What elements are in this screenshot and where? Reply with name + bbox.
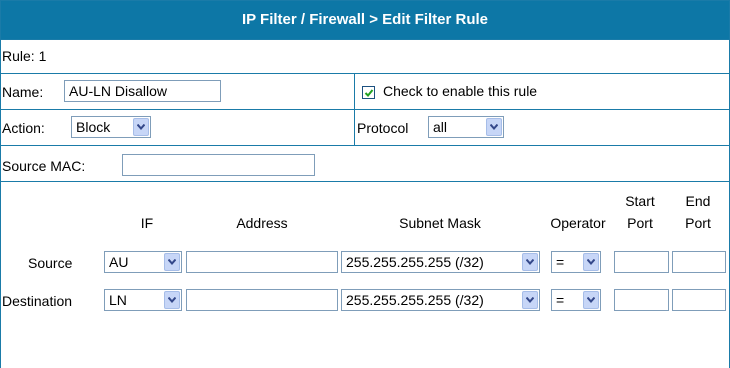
chevron-down-icon bbox=[583, 291, 599, 309]
rule-label: Rule: 1 bbox=[2, 48, 47, 64]
destination-operator-select[interactable]: = bbox=[551, 289, 601, 311]
chevron-down-icon bbox=[164, 253, 180, 271]
protocol-select[interactable]: all bbox=[428, 116, 504, 138]
address-table: IF Address Subnet Mask Operator Start Po… bbox=[1, 181, 729, 368]
source-mac-row: Source MAC: bbox=[1, 145, 729, 182]
destination-if-select[interactable]: LN bbox=[104, 289, 182, 311]
source-if-select[interactable]: AU bbox=[104, 251, 182, 273]
destination-subnet-mask-select[interactable]: 255.255.255.255 (/32) bbox=[341, 289, 540, 311]
destination-end-port-input[interactable] bbox=[672, 289, 726, 311]
source-row-label: Source bbox=[28, 255, 73, 271]
action-select-value: Block bbox=[76, 119, 111, 135]
chevron-down-icon bbox=[164, 291, 180, 309]
chevron-down-icon bbox=[133, 118, 149, 136]
enable-rule-label: Check to enable this rule bbox=[383, 83, 538, 99]
protocol-select-value: all bbox=[433, 119, 448, 135]
source-operator-value: = bbox=[556, 254, 565, 270]
destination-if-value: LN bbox=[109, 292, 127, 308]
source-if-value: AU bbox=[109, 254, 129, 270]
destination-start-port-input[interactable] bbox=[614, 289, 669, 311]
column-divider bbox=[354, 74, 355, 110]
header-start-port-line1: Start bbox=[625, 193, 655, 209]
header-address: Address bbox=[236, 215, 288, 231]
chevron-down-icon bbox=[583, 253, 599, 271]
chevron-down-icon bbox=[486, 118, 502, 136]
header-subnet-mask: Subnet Mask bbox=[399, 215, 481, 231]
destination-row-label: Destination bbox=[2, 293, 73, 309]
destination-subnet-mask-value: 255.255.255.255 (/32) bbox=[346, 292, 484, 308]
source-mac-input[interactable] bbox=[122, 154, 315, 176]
action-label: Action: bbox=[2, 120, 45, 136]
header-end-port-line1: End bbox=[685, 193, 711, 209]
chevron-down-icon bbox=[522, 291, 538, 309]
source-operator-select[interactable]: = bbox=[551, 251, 601, 273]
rule-row: Rule: 1 bbox=[1, 39, 729, 74]
source-subnet-mask-value: 255.255.255.255 (/32) bbox=[346, 254, 484, 270]
name-input[interactable] bbox=[64, 80, 221, 102]
header-if: IF bbox=[140, 215, 154, 231]
enable-rule-checkbox[interactable] bbox=[362, 86, 375, 99]
name-label: Name: bbox=[2, 84, 44, 100]
destination-address-input[interactable] bbox=[186, 289, 338, 311]
source-mac-label: Source MAC: bbox=[2, 158, 86, 174]
source-address-input[interactable] bbox=[186, 251, 338, 273]
header-start-port-line2: Port bbox=[627, 215, 653, 231]
source-end-port-input[interactable] bbox=[672, 251, 726, 273]
name-row: Name: Check to enable this rule bbox=[1, 73, 729, 110]
chevron-down-icon bbox=[522, 253, 538, 271]
action-select[interactable]: Block bbox=[71, 116, 151, 138]
protocol-label: Protocol bbox=[357, 120, 409, 136]
page-title: IP Filter / Firewall > Edit Filter Rule bbox=[1, 1, 729, 39]
source-start-port-input[interactable] bbox=[614, 251, 669, 273]
header-end-port-line2: Port bbox=[685, 215, 711, 231]
action-row: Action: Block Protocol all bbox=[1, 109, 729, 146]
checkmark-icon bbox=[364, 89, 374, 97]
column-divider bbox=[354, 110, 355, 146]
header-operator: Operator bbox=[550, 215, 606, 231]
filter-rule-panel: IP Filter / Firewall > Edit Filter Rule … bbox=[0, 0, 730, 368]
source-subnet-mask-select[interactable]: 255.255.255.255 (/32) bbox=[341, 251, 540, 273]
destination-operator-value: = bbox=[556, 292, 565, 308]
